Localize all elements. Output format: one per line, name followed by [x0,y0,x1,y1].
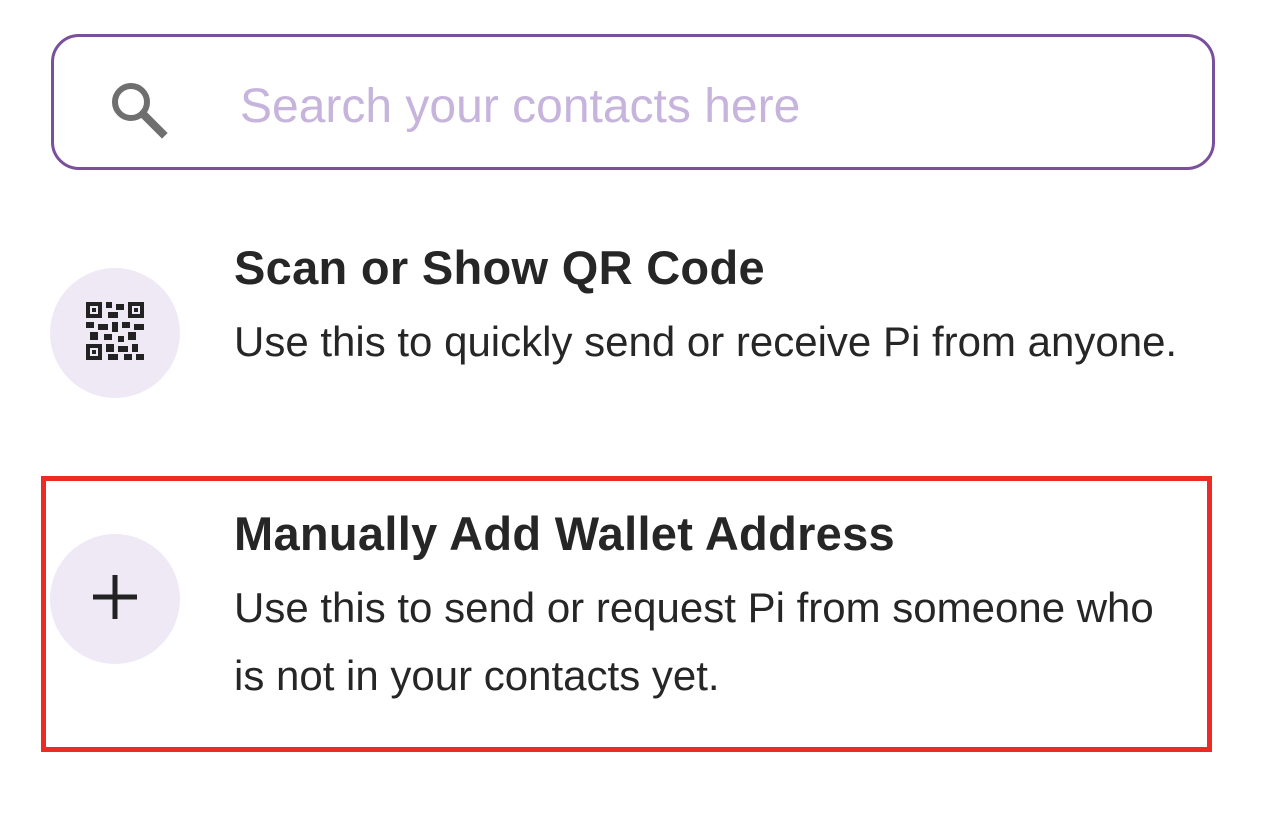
option-description: Use this to send or request Pi from some… [234,584,1154,699]
qr-code-icon [86,301,144,365]
search-icon [108,79,168,139]
plus-icon [91,573,139,626]
search-input[interactable] [240,67,1140,145]
option-description: Use this to quickly send or receive Pi f… [234,318,1178,365]
scan-qr-option[interactable]: Scan or Show QR Code Use this to quickly… [44,228,1212,442]
option-title: Manually Add Wallet Address [234,507,895,560]
qr-icon-circle [50,268,180,398]
option-title: Scan or Show QR Code [234,241,765,294]
manual-add-wallet-option[interactable]: Manually Add Wallet Address Use this to … [44,476,1212,752]
search-box[interactable] [51,34,1215,170]
plus-icon-circle [50,534,180,664]
